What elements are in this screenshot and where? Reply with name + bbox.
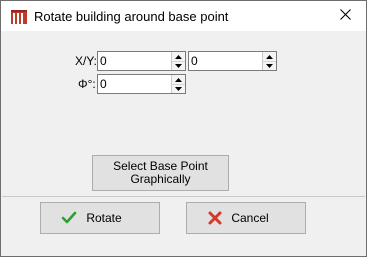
spin-down-icon	[175, 64, 182, 68]
phi-decrement-button[interactable]	[172, 84, 185, 93]
window-title: Rotate building around base point	[34, 9, 229, 24]
spin-down-icon	[175, 87, 182, 91]
x-spin-buttons	[171, 52, 185, 70]
footer-separator	[2, 196, 365, 197]
spin-up-icon	[266, 54, 273, 59]
y-spin-buttons	[262, 52, 276, 70]
rotate-button-label: Rotate	[86, 211, 122, 225]
y-spinbox[interactable]	[188, 51, 277, 71]
spin-up-icon	[175, 77, 182, 82]
x-input[interactable]	[100, 53, 172, 69]
y-increment-button[interactable]	[263, 52, 276, 61]
xy-label: X/Y:	[75, 54, 98, 68]
close-button[interactable]	[330, 4, 360, 28]
title-bar[interactable]: Rotate building around base point	[1, 1, 366, 31]
building-icon	[11, 10, 27, 24]
x-icon	[207, 210, 223, 226]
y-decrement-button[interactable]	[263, 61, 276, 70]
phi-spin-buttons	[171, 75, 185, 93]
rotate-button[interactable]: Rotate	[40, 202, 160, 234]
y-input[interactable]	[191, 53, 263, 69]
cancel-button-label: Cancel	[231, 211, 269, 225]
select-base-point-line2: Graphically	[130, 172, 191, 186]
close-icon	[339, 9, 351, 23]
checkmark-icon	[61, 210, 77, 226]
dialog-window: Rotate building around base point X/Y: 0…	[0, 0, 367, 257]
phi-input[interactable]	[100, 76, 172, 92]
spin-up-icon	[175, 54, 182, 59]
phi-spinbox[interactable]	[97, 74, 186, 94]
x-spinbox[interactable]	[97, 51, 186, 71]
x-decrement-button[interactable]	[172, 61, 185, 70]
phi-increment-button[interactable]	[172, 75, 185, 84]
select-base-point-button[interactable]: Select Base Point Graphically	[92, 155, 229, 191]
phi-label: Φ°:	[78, 77, 96, 91]
x-increment-button[interactable]	[172, 52, 185, 61]
spin-down-icon	[266, 64, 273, 68]
cancel-button[interactable]: Cancel	[186, 202, 306, 234]
